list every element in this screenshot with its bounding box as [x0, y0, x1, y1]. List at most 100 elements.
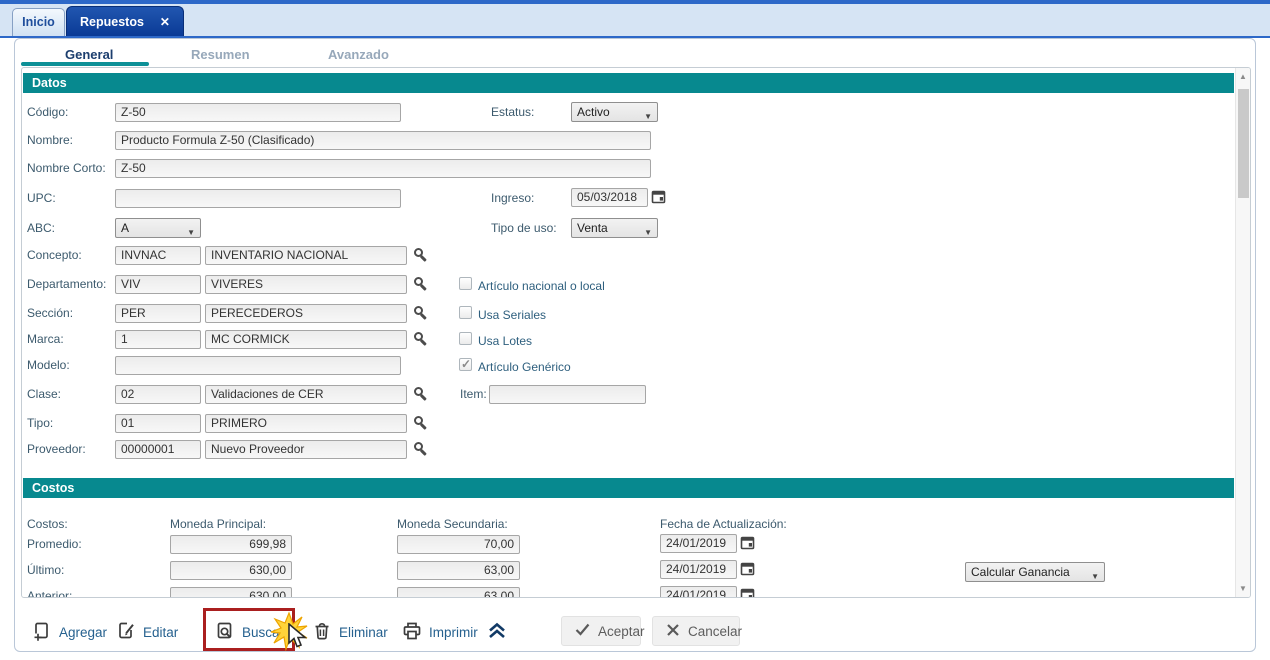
marca-desc-input[interactable]: MC CORMICK	[205, 330, 407, 349]
search-icon[interactable]	[414, 416, 423, 425]
close-icon[interactable]: ✕	[160, 15, 170, 29]
articulo-generico-checkbox[interactable]	[459, 358, 472, 371]
articulo-nacional-checkbox[interactable]	[459, 277, 472, 290]
proveedor-code-input[interactable]: 00000001	[115, 440, 201, 459]
search-document-icon	[214, 620, 236, 645]
clase-desc-input[interactable]: Validaciones de CER	[205, 385, 407, 404]
departamento-desc-input[interactable]: VIVERES	[205, 275, 407, 294]
marca-code-input[interactable]: 1	[115, 330, 201, 349]
eliminar-button[interactable]: Eliminar	[311, 615, 388, 649]
search-icon[interactable]	[414, 442, 423, 451]
moneda-principal-col-label: Moneda Principal:	[170, 517, 266, 531]
calcular-ganancia-select[interactable]: Calcular Ganancia	[965, 562, 1105, 582]
anterior-principal-input[interactable]: 630,00	[170, 587, 292, 598]
editar-button[interactable]: Editar	[115, 615, 178, 649]
tipo-de-uso-select[interactable]: Venta	[571, 218, 658, 238]
anterior-secundaria-input[interactable]: 63,00	[397, 587, 520, 598]
search-icon[interactable]	[414, 387, 423, 396]
editar-label: Editar	[143, 625, 178, 640]
agregar-label: Agregar	[59, 625, 107, 640]
marca-label: Marca:	[27, 332, 64, 346]
agregar-button[interactable]: Agregar	[31, 615, 107, 649]
vertical-scrollbar[interactable]: ▲ ▼	[1235, 68, 1250, 597]
promedio-secundaria-input[interactable]: 70,00	[397, 535, 520, 554]
modelo-label: Modelo:	[27, 358, 70, 372]
ultimo-fecha-input[interactable]: 24/01/2019	[660, 560, 737, 579]
item-label: Item:	[460, 387, 487, 401]
moneda-secundaria-col-label: Moneda Secundaria:	[397, 517, 508, 531]
tipo-de-uso-label: Tipo de uso:	[491, 221, 557, 235]
scrollbar-thumb[interactable]	[1238, 89, 1249, 198]
usa-lotes-label: Usa Lotes	[478, 334, 532, 348]
aceptar-button[interactable]: Aceptar	[561, 616, 641, 646]
form-scroll-area: Datos Código: Z-50 Estatus: Activo Nombr…	[21, 67, 1251, 598]
departamento-code-input[interactable]: VIV	[115, 275, 201, 294]
nombre-input[interactable]: Producto Formula Z-50 (Clasificado)	[115, 131, 651, 150]
promedio-principal-input[interactable]: 699,98	[170, 535, 292, 554]
ultimo-secundaria-input[interactable]: 63,00	[397, 561, 520, 580]
tab-repuestos[interactable]: Repuestos ✕	[66, 6, 184, 36]
scroll-up-icon[interactable]: ▲	[1236, 72, 1250, 81]
cancelar-button[interactable]: Cancelar	[652, 616, 740, 646]
anterior-label: Anterior:	[27, 589, 72, 598]
usa-seriales-label: Usa Seriales	[478, 308, 546, 322]
ingreso-label: Ingreso:	[491, 191, 534, 205]
codigo-input[interactable]: Z-50	[115, 103, 401, 122]
repuestos-panel: General Resumen Avanzado Datos Código: Z…	[14, 38, 1256, 652]
eliminar-label: Eliminar	[339, 625, 388, 640]
usa-lotes-checkbox[interactable]	[459, 332, 472, 345]
double-chevron-up-icon	[485, 620, 509, 645]
nombre-corto-input[interactable]: Z-50	[115, 159, 651, 178]
trash-icon	[311, 620, 333, 645]
tab-repuestos-label: Repuestos	[80, 15, 144, 29]
tab-general[interactable]: General	[65, 47, 113, 62]
tab-avanzado[interactable]: Avanzado	[328, 47, 389, 62]
proveedor-desc-input[interactable]: Nuevo Proveedor	[205, 440, 407, 459]
seccion-code-input[interactable]: PER	[115, 304, 201, 323]
calendar-icon[interactable]	[740, 587, 755, 598]
ultimo-principal-input[interactable]: 630,00	[170, 561, 292, 580]
tipo-code-input[interactable]: 01	[115, 414, 201, 433]
ingreso-date-input[interactable]: 05/03/2018	[571, 188, 648, 207]
tipo-desc-input[interactable]: PRIMERO	[205, 414, 407, 433]
articulo-nacional-label: Artículo nacional o local	[478, 279, 605, 293]
seccion-label: Sección:	[27, 306, 73, 320]
abc-select[interactable]: A	[115, 218, 201, 238]
concepto-desc-input[interactable]: INVENTARIO NACIONAL	[205, 246, 407, 265]
departamento-label: Departamento:	[27, 277, 106, 291]
proveedor-label: Proveedor:	[27, 442, 86, 456]
search-icon[interactable]	[414, 248, 423, 257]
tab-inicio[interactable]: Inicio	[12, 8, 65, 36]
search-icon[interactable]	[414, 306, 423, 315]
tipo-label: Tipo:	[27, 416, 53, 430]
search-icon[interactable]	[414, 332, 423, 341]
anterior-fecha-input[interactable]: 24/01/2019	[660, 586, 737, 598]
collapse-toolbar-button[interactable]	[485, 615, 509, 649]
nombre-label: Nombre:	[27, 133, 73, 147]
nombre-corto-label: Nombre Corto:	[27, 161, 106, 175]
fecha-actualizacion-col-label: Fecha de Actualización:	[660, 517, 787, 531]
scroll-down-icon[interactable]: ▼	[1236, 584, 1250, 593]
x-icon	[666, 623, 680, 640]
concepto-code-input[interactable]: INVNAC	[115, 246, 201, 265]
calendar-icon[interactable]	[740, 535, 755, 555]
imprimir-button[interactable]: Imprimir	[401, 615, 478, 649]
item-input[interactable]	[489, 385, 646, 404]
cancelar-label: Cancelar	[688, 624, 742, 639]
estatus-select[interactable]: Activo	[571, 102, 658, 122]
clase-code-input[interactable]: 02	[115, 385, 201, 404]
tab-resumen[interactable]: Resumen	[191, 47, 250, 62]
upc-input[interactable]	[115, 189, 401, 208]
usa-seriales-checkbox[interactable]	[459, 306, 472, 319]
section-header-datos: Datos	[23, 73, 1234, 93]
tab-strip	[0, 0, 1270, 38]
seccion-desc-input[interactable]: PERECEDEROS	[205, 304, 407, 323]
modelo-input[interactable]	[115, 356, 401, 375]
add-document-icon	[31, 620, 53, 645]
abc-label: ABC:	[27, 221, 55, 235]
promedio-fecha-input[interactable]: 24/01/2019	[660, 534, 737, 553]
check-icon	[575, 623, 590, 639]
calendar-icon[interactable]	[740, 561, 755, 581]
calendar-icon[interactable]	[651, 189, 666, 209]
search-icon[interactable]	[414, 277, 423, 286]
